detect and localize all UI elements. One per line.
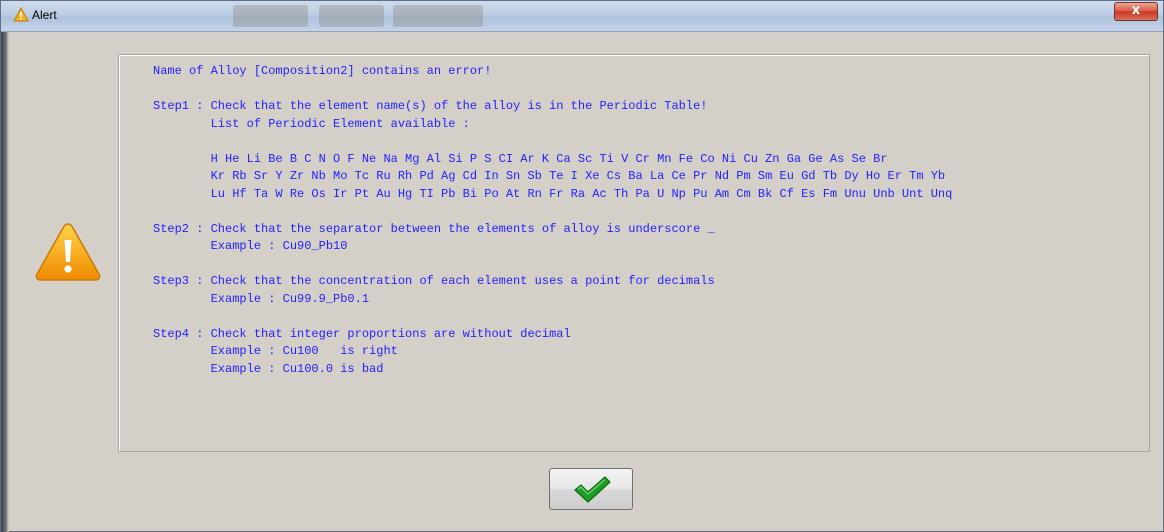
title-bar-background-decoration — [233, 5, 308, 27]
message-line: Example : Cu100 is right — [153, 344, 398, 358]
message-line: Step2 : Check that the separator between… — [153, 221, 715, 236]
ok-button[interactable] — [549, 468, 633, 510]
alert-dialog: Alert x Name of Alloy [Composition2] con… — [0, 0, 1164, 532]
message-line: Example : Cu99.9_Pb0.1 — [153, 291, 370, 306]
message-line: Example : Cu90_Pb10 — [153, 239, 348, 253]
warning-triangle-icon — [13, 7, 29, 22]
title-bar-background-decoration — [393, 5, 483, 27]
message-line: Name of Alloy [Composition2] contains an… — [153, 64, 492, 78]
close-button[interactable]: x — [1114, 2, 1158, 21]
warning-triangle-icon — [35, 223, 101, 281]
message-line: List of Periodic Element available : — [153, 116, 470, 131]
message-line: Step4 : Check that integer proportions a… — [153, 326, 571, 341]
message-line: H He Li Be B C N O F Ne Na Mg Al Si P S … — [153, 151, 888, 166]
title-bar[interactable]: Alert x — [1, 1, 1163, 32]
message-line: Step1 : Check that the element name(s) o… — [153, 99, 708, 113]
window-title: Alert — [32, 8, 57, 22]
message-panel: Name of Alloy [Composition2] contains an… — [118, 54, 1150, 452]
message-line: Example : Cu100.0 is bad — [153, 361, 384, 376]
checkmark-icon — [574, 476, 611, 503]
error-message: Name of Alloy [Composition2] contains an… — [153, 63, 952, 378]
title-bar-background-decoration — [319, 5, 384, 27]
window-left-edge — [1, 32, 9, 532]
message-line: Kr Rb Sr Y Zr Nb Mo Tc Ru Rh Pd Ag Cd In… — [153, 169, 946, 183]
message-line: Lu Hf Ta W Re Os Ir Pt Au Hg TI Pb Bi Po… — [153, 186, 953, 201]
message-line: Step3 : Check that the concentration of … — [153, 274, 715, 288]
